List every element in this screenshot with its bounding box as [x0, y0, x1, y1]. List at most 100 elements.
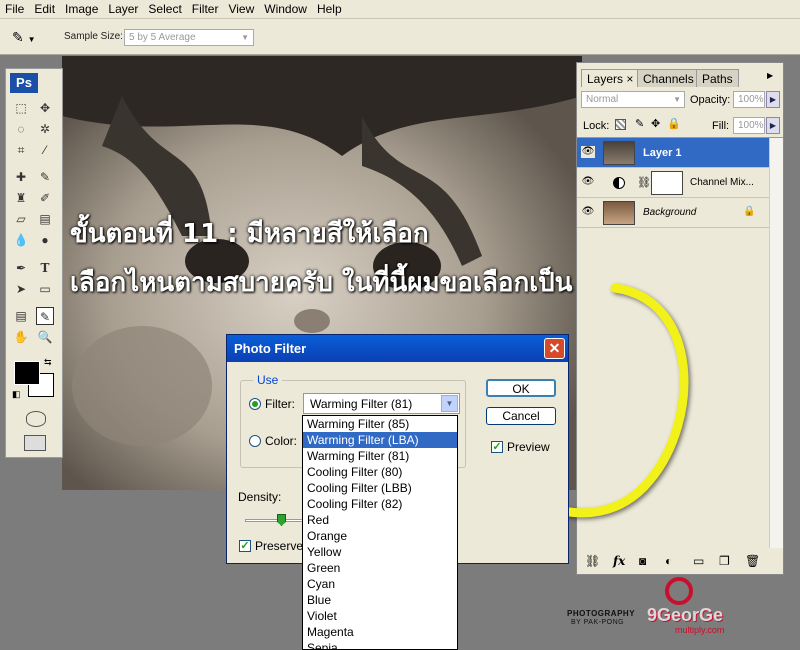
- crop-icon[interactable]: ⌗: [12, 141, 30, 159]
- lock-transparency-icon[interactable]: [615, 119, 626, 130]
- filter-option[interactable]: Sepia: [303, 640, 457, 649]
- opacity-arrow-button[interactable]: ▶: [766, 91, 780, 108]
- menu-view[interactable]: View: [223, 0, 259, 19]
- density-slider-thumb[interactable]: [277, 514, 286, 526]
- density-slider-track[interactable]: [245, 519, 305, 522]
- magic-wand-icon[interactable]: ✲: [36, 120, 54, 138]
- layer-name: Background: [643, 207, 697, 218]
- layers-list: 👁 Layer 1 👁 ⛓ Channel Mix... 👁 Backgroun…: [577, 137, 783, 548]
- sample-size-select[interactable]: 5 by 5 Average ▼: [124, 29, 254, 46]
- filter-radio[interactable]: [249, 398, 261, 410]
- move-icon[interactable]: ✥: [36, 99, 54, 117]
- photoshop-logo[interactable]: Ps: [10, 73, 38, 93]
- panel-menu-button[interactable]: ▶: [767, 71, 779, 83]
- eraser-icon[interactable]: ▱: [12, 210, 30, 228]
- shape-icon[interactable]: ▭: [36, 280, 54, 298]
- clone-stamp-icon[interactable]: ♜: [12, 189, 30, 207]
- blend-mode-select[interactable]: Normal ▼: [581, 91, 685, 108]
- filter-option[interactable]: Blue: [303, 592, 457, 608]
- menu-select[interactable]: Select: [143, 0, 186, 19]
- eye-icon[interactable]: 👁: [581, 206, 595, 218]
- link-icon: ⛓: [637, 177, 651, 189]
- foreground-color-swatch[interactable]: [14, 361, 40, 385]
- menu-image[interactable]: Image: [60, 0, 103, 19]
- filter-option[interactable]: Warming Filter (LBA): [303, 432, 457, 448]
- menu-help[interactable]: Help: [312, 0, 347, 19]
- chevron-down-icon[interactable]: ▼: [441, 395, 458, 412]
- eye-icon[interactable]: 👁: [581, 176, 595, 188]
- eyedropper-icon: ✎: [12, 29, 24, 45]
- lock-label: Lock:: [583, 120, 610, 132]
- opacity-field[interactable]: 100%: [733, 91, 765, 108]
- screen-mode-icon[interactable]: [24, 435, 46, 451]
- swap-colors-icon[interactable]: ⇆: [44, 357, 52, 368]
- path-selection-icon[interactable]: ➤: [12, 280, 30, 298]
- marquee-icon[interactable]: ⬚: [12, 99, 30, 117]
- gradient-icon[interactable]: ▤: [36, 210, 54, 228]
- color-radio[interactable]: [249, 435, 261, 447]
- eyedropper-tool-preset[interactable]: ✎ ▼: [12, 26, 52, 48]
- default-colors-icon[interactable]: ◧: [12, 389, 21, 400]
- slice-icon[interactable]: ⁄: [36, 141, 54, 159]
- layer-row-layer-1[interactable]: 👁 Layer 1: [577, 138, 769, 168]
- menu-edit[interactable]: Edit: [29, 0, 60, 19]
- filter-option[interactable]: Cooling Filter (80): [303, 464, 457, 480]
- filter-option[interactable]: Cooling Filter (LBB): [303, 480, 457, 496]
- pen-icon[interactable]: ✒: [12, 259, 30, 277]
- history-brush-icon[interactable]: ✐: [36, 189, 54, 207]
- filter-option[interactable]: Warming Filter (81): [303, 448, 457, 464]
- filter-option[interactable]: Cyan: [303, 576, 457, 592]
- filter-label: Filter:: [265, 397, 295, 411]
- tab-channels[interactable]: Channels: [637, 69, 700, 87]
- fill-field[interactable]: 100%: [733, 117, 765, 134]
- preview-checkbox[interactable]: ✓: [491, 441, 503, 453]
- cancel-button[interactable]: Cancel: [486, 407, 556, 425]
- filter-option[interactable]: Orange: [303, 528, 457, 544]
- layers-scrollbar[interactable]: [769, 138, 783, 548]
- lock-position-icon[interactable]: ✥: [651, 117, 660, 130]
- filter-option[interactable]: Violet: [303, 608, 457, 624]
- quick-mask-icon[interactable]: [26, 411, 46, 427]
- menu-window[interactable]: Window: [259, 0, 312, 19]
- layer-name: Layer 1: [643, 147, 682, 159]
- lasso-icon[interactable]: ◌: [12, 120, 30, 138]
- layer-row-channel-mixer[interactable]: 👁 ⛓ Channel Mix...: [577, 168, 769, 198]
- menu-layer[interactable]: Layer: [103, 0, 143, 19]
- blur-icon[interactable]: 💧: [12, 231, 30, 249]
- hand-icon[interactable]: ✋: [12, 328, 30, 346]
- filter-option[interactable]: Red: [303, 512, 457, 528]
- filter-select[interactable]: Warming Filter (81) ▼: [303, 393, 460, 414]
- close-icon[interactable]: ×: [626, 72, 633, 86]
- preserve-luminosity-checkbox[interactable]: ✓: [239, 540, 251, 552]
- menu-filter[interactable]: Filter: [187, 0, 224, 19]
- tab-layers[interactable]: Layers ×: [581, 69, 640, 87]
- watermark-brand-sub: multiply.com: [675, 625, 725, 635]
- eyedropper-icon[interactable]: ✎: [36, 307, 54, 325]
- instruction-line-2: เลือกไหนตามสบายครับ ในที่นี้ผมขอเลือกเป็…: [70, 268, 638, 298]
- menu-file[interactable]: File: [0, 0, 29, 19]
- layer-row-background[interactable]: 👁 Background 🔒: [577, 198, 769, 228]
- lock-pixels-icon[interactable]: ✎: [635, 117, 644, 130]
- preview-label: Preview: [507, 440, 550, 454]
- notes-icon[interactable]: ▤: [12, 307, 30, 325]
- filter-option[interactable]: Warming Filter (85): [303, 416, 457, 432]
- eye-icon[interactable]: 👁: [581, 146, 595, 158]
- lock-all-icon[interactable]: 🔒: [667, 117, 681, 130]
- fill-arrow-button[interactable]: ▶: [766, 117, 780, 134]
- filter-option[interactable]: Cooling Filter (82): [303, 496, 457, 512]
- watermark: PHOTOGRAPHY BY PAK-PONG 9GeorGe multiply…: [565, 565, 790, 645]
- tab-paths[interactable]: Paths: [696, 69, 739, 87]
- filter-option[interactable]: Green: [303, 560, 457, 576]
- opacity-label: Opacity:: [690, 94, 731, 106]
- filter-option[interactable]: Magenta: [303, 624, 457, 640]
- close-button[interactable]: ✕: [544, 338, 565, 359]
- brush-icon[interactable]: ✎: [36, 168, 54, 186]
- watermark-brand: 9GeorGe: [647, 605, 724, 625]
- ok-button[interactable]: OK: [486, 379, 556, 397]
- healing-brush-icon[interactable]: ✚: [12, 168, 30, 186]
- zoom-icon[interactable]: 🔍: [36, 328, 54, 346]
- filter-option[interactable]: Yellow: [303, 544, 457, 560]
- dodge-icon[interactable]: ●: [36, 231, 54, 249]
- dialog-title-bar: Photo Filter: [227, 335, 568, 362]
- type-icon[interactable]: T: [36, 259, 54, 277]
